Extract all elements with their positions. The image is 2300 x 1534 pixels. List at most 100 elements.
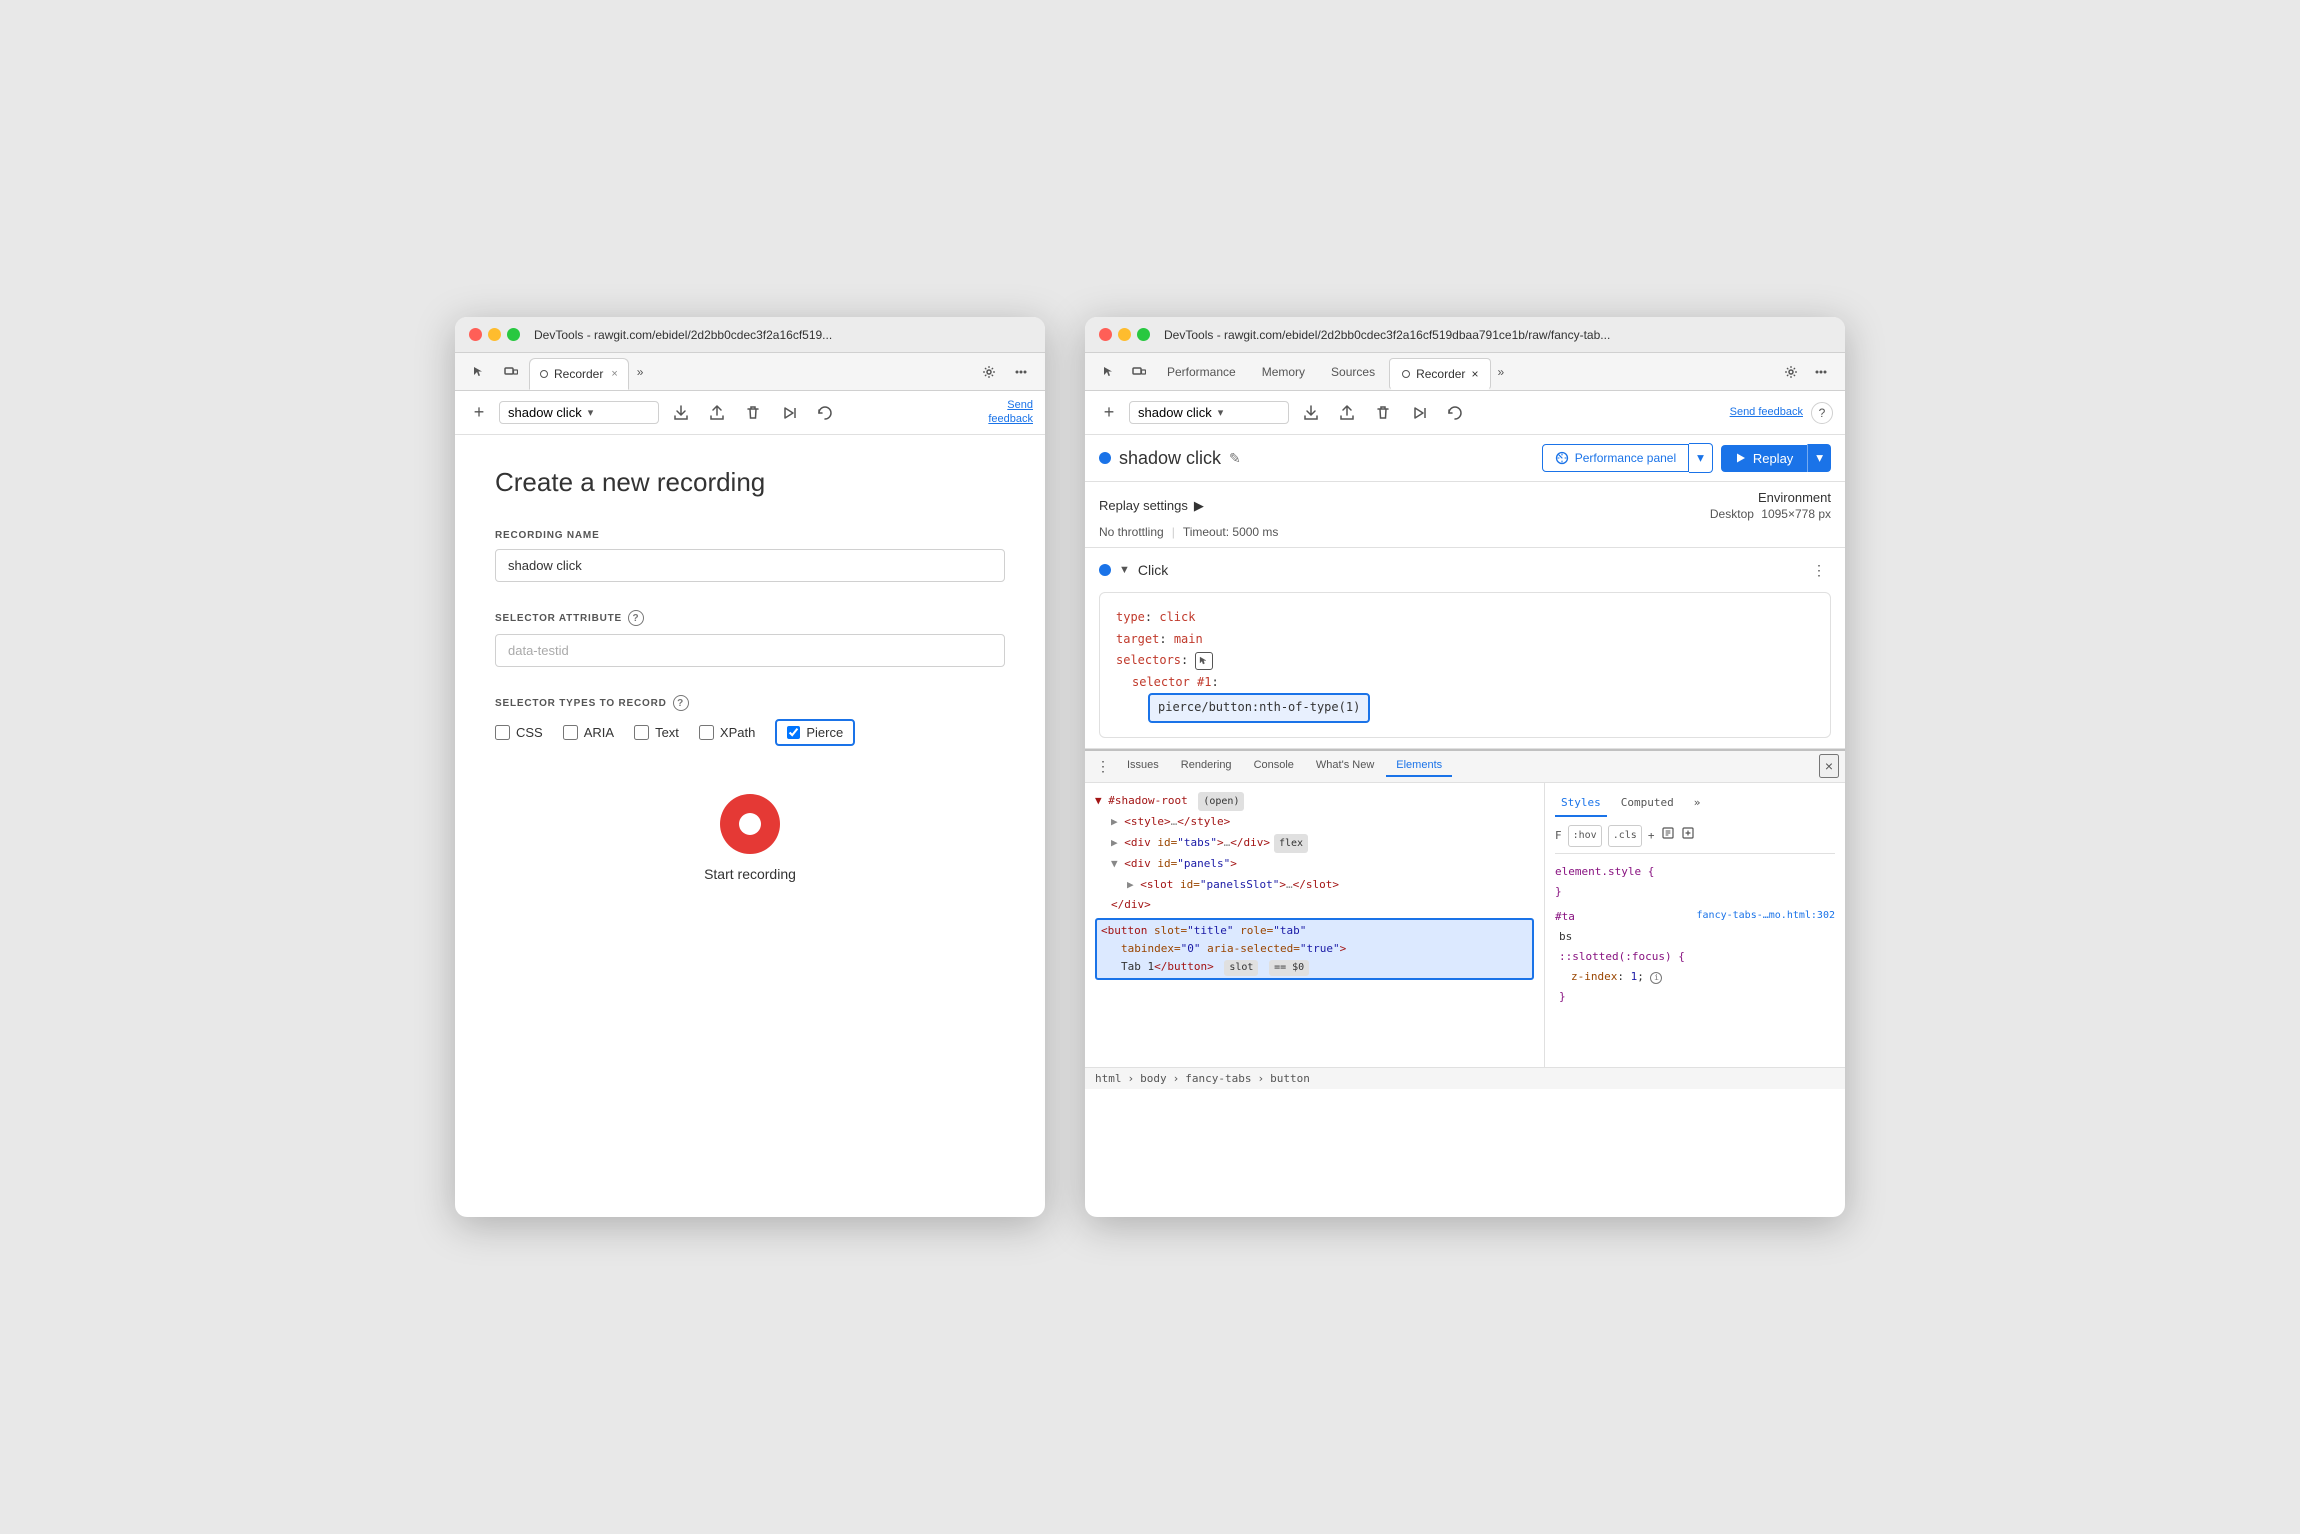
right-export-btn[interactable]: [1297, 399, 1325, 427]
performance-panel-btn[interactable]: Performance panel: [1542, 444, 1689, 472]
nav-tab-memory[interactable]: Memory: [1250, 361, 1317, 383]
hov-state-btn[interactable]: :hov: [1568, 825, 1602, 847]
breadcrumb-html[interactable]: html: [1095, 1072, 1122, 1085]
devtools-tab-elements[interactable]: Elements: [1386, 755, 1452, 777]
pierce-checkbox[interactable]: [787, 726, 800, 739]
nav-tab-recorder[interactable]: Recorder ×: [1389, 358, 1491, 390]
right-recorder-tab-close[interactable]: ×: [1471, 367, 1478, 381]
selector-attr-help-icon[interactable]: ?: [628, 610, 644, 626]
import-recording-btn[interactable]: [703, 399, 731, 427]
right-cursor-tool[interactable]: [1095, 358, 1123, 386]
styles-tabs-overflow[interactable]: »: [1690, 791, 1705, 817]
aria-checkbox[interactable]: [563, 725, 578, 740]
tabs-div-line[interactable]: ▶ <div id="tabs">…</div>flex: [1095, 833, 1534, 854]
performance-panel-dropdown-btn[interactable]: ▾: [1689, 443, 1713, 473]
inspect-element-icon[interactable]: [1662, 825, 1674, 847]
devtools-tab-console[interactable]: Console: [1244, 755, 1304, 777]
step-more-btn[interactable]: ⋮: [1807, 558, 1831, 582]
left-devtools-window: DevTools - rawgit.com/ebidel/2d2bb0cdec3…: [455, 317, 1045, 1217]
cls-state-btn[interactable]: .cls: [1608, 825, 1642, 847]
replay-dropdown-btn[interactable]: ▾: [1807, 444, 1831, 472]
styles-tab-styles[interactable]: Styles: [1555, 791, 1607, 817]
minimize-button-left[interactable]: [488, 328, 501, 341]
breadcrumb-body[interactable]: body: [1140, 1072, 1167, 1085]
pierce-checkbox-item[interactable]: Pierce: [775, 719, 855, 746]
aria-checkbox-item[interactable]: ARIA: [563, 725, 614, 740]
send-feedback-link-left[interactable]: Send feedback: [988, 399, 1033, 425]
panels-div-line[interactable]: ▼ <div id="panels">: [1095, 854, 1534, 875]
start-recording-label: Start recording: [704, 866, 796, 882]
step-replay-btn[interactable]: [775, 399, 803, 427]
replay-btn[interactable]: Replay: [1721, 445, 1807, 472]
panels-close-line[interactable]: </div>: [1095, 895, 1534, 916]
right-more-btn[interactable]: [1807, 358, 1835, 386]
add-style-icon[interactable]: +: [1648, 826, 1655, 846]
nav-tab-performance[interactable]: Performance: [1155, 361, 1248, 383]
nav-tab-sources[interactable]: Sources: [1319, 361, 1387, 383]
breadcrumb-fancy-tabs[interactable]: fancy-tabs: [1185, 1072, 1251, 1085]
right-device-toolbar[interactable]: [1125, 358, 1153, 386]
right-recording-selector[interactable]: shadow click ▾: [1129, 401, 1289, 424]
recording-selector[interactable]: shadow click ▾: [499, 401, 659, 424]
css-checkbox[interactable]: [495, 725, 510, 740]
styles-tab-computed[interactable]: Computed: [1615, 791, 1680, 817]
maximize-button-left[interactable]: [507, 328, 520, 341]
device-toolbar-btn[interactable]: [497, 358, 525, 386]
devtools-tab-issues[interactable]: Issues: [1117, 755, 1169, 777]
selector-attr-input[interactable]: [495, 634, 1005, 667]
start-recording-button[interactable]: [720, 794, 780, 854]
fancy-tabs-source[interactable]: fancy-tabs-…mo.html:302: [1697, 907, 1835, 927]
right-step-replay-btn[interactable]: [1405, 399, 1433, 427]
xpath-checkbox-item[interactable]: XPath: [699, 725, 755, 740]
cursor-tool-btn[interactable]: [465, 358, 493, 386]
z-index-info-icon[interactable]: i: [1650, 972, 1662, 984]
new-recording-title: Create a new recording: [495, 467, 1005, 498]
devtools-settings-btn[interactable]: [975, 358, 1003, 386]
tab-overflow-btn[interactable]: »: [633, 363, 648, 381]
recording-name-input[interactable]: [495, 549, 1005, 582]
new-style-rule-icon[interactable]: [1682, 825, 1694, 847]
text-checkbox-item[interactable]: Text: [634, 725, 679, 740]
left-recorder-toolbar: + shadow click ▾: [455, 391, 1045, 435]
edit-recording-name-icon[interactable]: ✎: [1229, 450, 1241, 467]
xpath-checkbox[interactable]: [699, 725, 714, 740]
right-help-btn[interactable]: ?: [1811, 402, 1833, 424]
right-devtools-window: DevTools - rawgit.com/ebidel/2d2bb0cdec3…: [1085, 317, 1845, 1217]
right-import-btn[interactable]: [1333, 399, 1361, 427]
style-elem-line[interactable]: ▶ <style>…</style>: [1095, 812, 1534, 833]
devtools-tab-whats-new[interactable]: What's New: [1306, 755, 1384, 777]
devtools-tabs-more[interactable]: ⋮: [1091, 754, 1115, 778]
devtools-tab-rendering[interactable]: Rendering: [1171, 755, 1242, 777]
nav-more-btn[interactable]: »: [1493, 363, 1508, 381]
breadcrumb-button[interactable]: button: [1270, 1072, 1310, 1085]
text-checkbox[interactable]: [634, 725, 649, 740]
right-loop-replay-btn[interactable]: [1441, 399, 1469, 427]
close-button-right[interactable]: [1099, 328, 1112, 341]
right-settings-btn[interactable]: [1777, 358, 1805, 386]
recorder-tab[interactable]: Recorder ×: [529, 358, 629, 390]
right-send-feedback[interactable]: Send feedback: [1730, 406, 1803, 419]
replay-settings-toggle[interactable]: Replay settings ▶: [1099, 498, 1204, 514]
minimize-button-right[interactable]: [1118, 328, 1131, 341]
devtools-more-btn[interactable]: [1007, 358, 1035, 386]
loop-replay-btn[interactable]: [811, 399, 839, 427]
export-recording-btn[interactable]: [667, 399, 695, 427]
selector-types-help-icon[interactable]: ?: [673, 695, 689, 711]
add-recording-btn[interactable]: +: [467, 401, 491, 425]
highlighted-button-element[interactable]: <button slot="title" role="tab" tabindex…: [1095, 918, 1534, 979]
css-checkbox-item[interactable]: CSS: [495, 725, 543, 740]
right-delete-btn[interactable]: [1369, 399, 1397, 427]
panels-slot-line[interactable]: ▶ <slot id="panelsSlot">…</slot>: [1095, 875, 1534, 896]
tab-record-icon: [540, 370, 548, 378]
recorder-tab-close[interactable]: ×: [611, 368, 617, 380]
element-style-selector: element.style {: [1555, 862, 1835, 882]
left-panel-content: Create a new recording RECORDING NAME SE…: [455, 435, 1045, 1217]
right-add-btn[interactable]: +: [1097, 401, 1121, 425]
close-button-left[interactable]: [469, 328, 482, 341]
delete-recording-btn[interactable]: [739, 399, 767, 427]
maximize-button-right[interactable]: [1137, 328, 1150, 341]
styles-tabs: Styles Computed »: [1555, 791, 1835, 817]
shadow-root-line[interactable]: ▼ #shadow-root (open): [1095, 791, 1534, 812]
devtools-panel-close-btn[interactable]: ×: [1819, 754, 1839, 778]
step-expand-icon[interactable]: ▼: [1119, 564, 1130, 576]
